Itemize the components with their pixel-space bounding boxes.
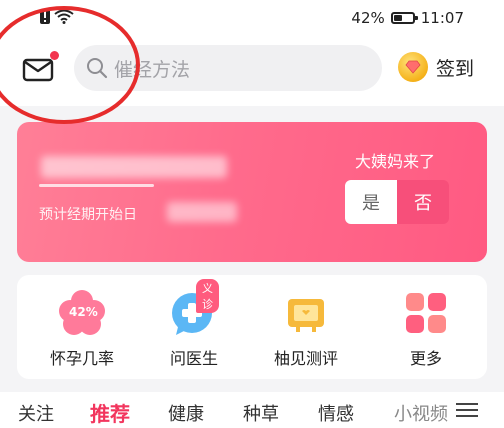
battery-fill [393, 15, 402, 21]
tool-label: 柚见测评 [273, 349, 338, 368]
pregnancy-chance-icon: 42% [58, 289, 106, 337]
tab-health[interactable]: 健康 [168, 400, 204, 426]
period-card[interactable]: 预计经期开始日 大姨妈来了 是 否 [17, 122, 487, 262]
prediction-hint: 预计经期开始日 [39, 207, 137, 223]
clock: 11:07 [420, 9, 464, 27]
status-icons-right: 42% 11:07 [351, 9, 464, 27]
wifi-icon [54, 9, 74, 24]
battery-percent: 42% [351, 9, 385, 27]
tool-label: 问医生 [169, 349, 218, 368]
search-icon [87, 58, 108, 79]
checkin-label: 签到 [436, 57, 475, 80]
more-grid-icon [402, 289, 450, 337]
search-placeholder: 催经方法 [114, 58, 191, 81]
checkin-button[interactable]: 签到 [398, 52, 474, 82]
top-header: 催经方法 签到 [0, 36, 504, 106]
blurred-info [41, 156, 227, 178]
yes-button[interactable]: 是 [345, 180, 397, 224]
tools-row: 42% 怀孕几率 义诊 问医生 柚见测评 更多 [17, 275, 487, 379]
alert-icon [40, 9, 50, 24]
status-icons-left [40, 9, 74, 24]
tool-pregnancy-chance[interactable]: 42% 怀孕几率 [27, 289, 137, 369]
tab-emotion[interactable]: 情感 [318, 400, 354, 426]
no-button[interactable]: 否 [397, 180, 449, 224]
unread-dot [50, 51, 59, 60]
search-bar[interactable]: 催经方法 [74, 45, 382, 91]
tab-follow[interactable]: 关注 [18, 400, 54, 426]
tab-menu-icon[interactable] [456, 400, 478, 418]
battery-icon [390, 12, 418, 24]
tool-more[interactable]: 更多 [371, 289, 481, 369]
period-question: 大姨妈来了 [355, 152, 436, 171]
ask-doctor-icon: 义诊 [170, 279, 219, 337]
tool-label: 更多 [409, 349, 442, 368]
mail-icon[interactable] [22, 58, 54, 82]
tab-short-video[interactable]: 小视频 [394, 400, 448, 426]
blurred-date [167, 202, 237, 222]
tool-ask-doctor[interactable]: 义诊 问医生 [139, 279, 249, 369]
pregnancy-chance-value: 42% [69, 305, 98, 319]
feed-tabs: 关注 推荐 健康 种草 情感 小视频 [0, 392, 504, 428]
review-tv-icon [282, 289, 330, 337]
status-bar: 42% 11:07 [0, 0, 504, 36]
tool-review[interactable]: 柚见测评 [251, 289, 361, 369]
free-consult-tag: 义诊 [196, 279, 219, 313]
coin-icon [398, 52, 428, 82]
cycle-progress-bar [39, 184, 154, 187]
period-toggle: 是 否 [345, 180, 449, 224]
tool-label: 怀孕几率 [49, 349, 114, 368]
tab-seeding[interactable]: 种草 [243, 400, 279, 426]
tab-recommend[interactable]: 推荐 [90, 398, 130, 427]
